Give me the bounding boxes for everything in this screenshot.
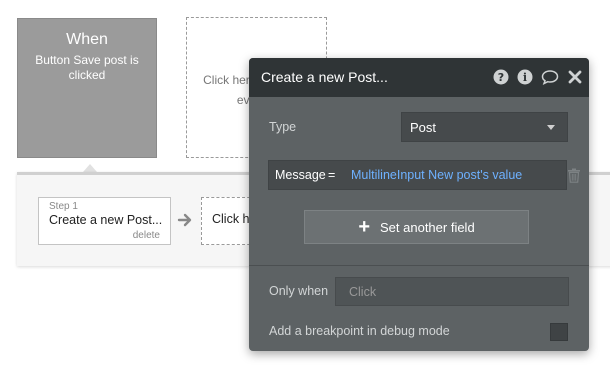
step-delete-link[interactable]: delete bbox=[133, 230, 160, 241]
arrow-right-icon bbox=[177, 213, 192, 227]
trash-icon[interactable] bbox=[567, 168, 581, 183]
field-assignment-row[interactable]: Message = MultilineInput New post's valu… bbox=[268, 160, 567, 190]
panel-header-icons: ? i bbox=[493, 69, 583, 85]
field-operator: = bbox=[328, 168, 336, 182]
set-another-field-label: Set another field bbox=[380, 219, 475, 235]
breakpoint-checkbox[interactable] bbox=[550, 323, 568, 341]
close-icon[interactable] bbox=[567, 69, 583, 85]
comment-icon[interactable] bbox=[541, 69, 559, 85]
type-label: Type bbox=[269, 120, 297, 134]
field-name: Message bbox=[275, 168, 326, 182]
field-dynamic-value[interactable]: MultilineInput New post's value bbox=[351, 168, 522, 182]
plus-icon: + bbox=[358, 216, 370, 238]
info-icon[interactable]: i bbox=[517, 69, 533, 85]
step-number: Step 1 bbox=[49, 201, 78, 212]
only-when-condition-input[interactable]: Click bbox=[335, 277, 569, 306]
panel-title: Create a new Post... bbox=[261, 69, 388, 85]
workflow-editor-canvas: When Button Save post is clicked Click h… bbox=[0, 0, 610, 374]
panel-header[interactable]: Create a new Post... ? i bbox=[249, 58, 589, 97]
workflow-step-card[interactable]: Step 1 Create a new Post... delete bbox=[38, 197, 171, 245]
chevron-down-icon bbox=[547, 125, 555, 130]
breakpoint-label: Add a breakpoint in debug mode bbox=[269, 324, 450, 338]
only-when-label: Only when bbox=[269, 284, 329, 298]
only-when-placeholder: Click bbox=[349, 285, 377, 299]
panel-divider bbox=[249, 265, 589, 266]
type-dropdown[interactable]: Post bbox=[401, 112, 568, 142]
action-property-editor: Create a new Post... ? i Type Post Messa… bbox=[249, 58, 589, 351]
step-title: Create a new Post... bbox=[49, 213, 163, 227]
selected-event-pointer bbox=[83, 164, 97, 172]
event-heading: When bbox=[66, 31, 108, 48]
set-another-field-button[interactable]: + Set another field bbox=[304, 210, 529, 244]
svg-text:?: ? bbox=[498, 71, 504, 84]
question-icon[interactable]: ? bbox=[493, 69, 509, 85]
event-card-button-clicked[interactable]: When Button Save post is clicked bbox=[17, 18, 157, 158]
type-dropdown-value: Post bbox=[410, 120, 437, 135]
event-description: Button Save post is clicked bbox=[35, 53, 139, 82]
svg-text:i: i bbox=[523, 71, 527, 84]
